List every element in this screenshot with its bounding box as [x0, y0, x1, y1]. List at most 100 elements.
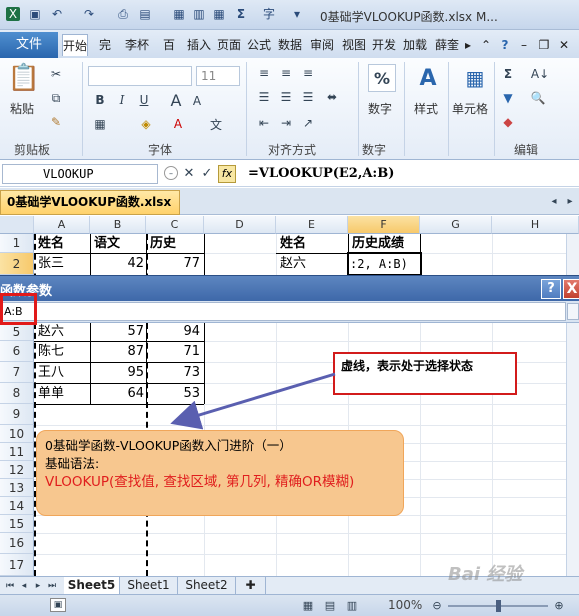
format-painter-icon[interactable]: ✎: [48, 114, 64, 130]
merge-center-icon[interactable]: ⬌: [324, 90, 340, 104]
macro-record-icon[interactable]: ▣: [50, 598, 66, 612]
cell-a2[interactable]: 张三: [38, 253, 64, 275]
column-header-e[interactable]: E: [276, 216, 348, 234]
row-header-8[interactable]: 8: [0, 383, 34, 404]
tab-insert[interactable]: 插入: [186, 34, 212, 56]
cell-a5[interactable]: 赵六: [38, 323, 64, 341]
cell-f2[interactable]: :2, A:B): [350, 253, 408, 275]
column-header-b[interactable]: B: [90, 216, 146, 234]
align-middle-icon[interactable]: ≡: [278, 66, 294, 80]
tab-misc-1[interactable]: 完: [92, 34, 118, 56]
styles-icon[interactable]: A: [414, 64, 442, 92]
tab-page-layout[interactable]: 页面: [216, 34, 242, 56]
sort-filter-icon[interactable]: A↓: [530, 66, 550, 82]
styles-label[interactable]: 样式: [414, 100, 438, 117]
clear-icon[interactable]: ◆: [500, 114, 516, 130]
row-header-16[interactable]: 16: [0, 533, 34, 554]
zoom-level[interactable]: 100%: [388, 598, 422, 612]
row-header-7[interactable]: 7: [0, 362, 34, 383]
document-tab[interactable]: 0基础学VLOOKUP函数.xlsx: [0, 190, 180, 215]
cell-a8[interactable]: 单单: [38, 383, 64, 404]
last-sheet-icon[interactable]: ⏭: [46, 579, 58, 592]
tab-addins[interactable]: 加载: [400, 34, 430, 56]
column-header-g[interactable]: G: [420, 216, 492, 234]
bold-icon[interactable]: B: [92, 92, 108, 108]
cells-icon[interactable]: ▦: [460, 64, 490, 92]
fields-icon[interactable]: ▥: [192, 7, 206, 21]
cancel-icon[interactable]: ✕: [182, 165, 196, 181]
cell-b6[interactable]: 87: [94, 341, 144, 362]
tab-developer[interactable]: 开发: [370, 34, 398, 56]
align-center-icon[interactable]: ☰: [278, 90, 294, 104]
sheet-tab-sheet2[interactable]: Sheet2: [178, 577, 236, 594]
minimize-ribbon-icon[interactable]: ⌃: [478, 34, 494, 56]
enter-icon[interactable]: ✓: [200, 165, 214, 181]
grow-font-icon[interactable]: A: [168, 91, 184, 110]
save-icon[interactable]: ▣: [28, 7, 42, 21]
cell-b1[interactable]: 语文: [94, 234, 120, 253]
column-header-a[interactable]: A: [34, 216, 90, 234]
align-left-icon[interactable]: ☰: [256, 90, 272, 104]
italic-icon[interactable]: I: [114, 92, 130, 108]
row-header-13[interactable]: 13: [0, 479, 34, 497]
expand-dialog-icon[interactable]: [567, 303, 579, 320]
cell-b8[interactable]: 64: [94, 383, 144, 404]
page-layout-view-icon[interactable]: ▤: [322, 598, 338, 612]
formula-input[interactable]: =VLOOKUP(E2,A:B): [248, 164, 394, 184]
tab-custom[interactable]: 薛奎: [432, 34, 462, 56]
name-box-dropdown-icon[interactable]: –: [164, 166, 178, 180]
tab-file[interactable]: 文件: [0, 32, 58, 58]
column-header-c[interactable]: C: [146, 216, 204, 234]
cells-label[interactable]: 单元格: [452, 100, 488, 117]
sheet-tab-sheet5[interactable]: Sheet5: [64, 577, 120, 594]
decrease-indent-icon[interactable]: ⇤: [256, 116, 272, 130]
select-all-corner[interactable]: [0, 216, 34, 234]
row-header-11[interactable]: 11: [0, 443, 34, 461]
row-header-10[interactable]: 10: [0, 425, 34, 443]
window-minimize-icon[interactable]: –: [516, 34, 532, 56]
copy-icon[interactable]: ⧉: [48, 90, 64, 106]
row-header-2[interactable]: 2: [0, 253, 34, 275]
autosum-icon[interactable]: Σ: [500, 66, 516, 82]
column-header-d[interactable]: D: [204, 216, 276, 234]
cut-icon[interactable]: ✂: [48, 66, 64, 82]
number-format-label[interactable]: 数字: [368, 100, 392, 117]
fill-color-icon[interactable]: ◈: [138, 116, 154, 132]
function-arguments-dialog-titlebar[interactable]: 函数参数 ? X: [0, 275, 579, 301]
column-header-f[interactable]: F: [348, 216, 420, 234]
tab-scroll-right-icon[interactable]: ▸: [462, 34, 474, 56]
row-header-1[interactable]: 1: [0, 234, 34, 253]
normal-view-icon[interactable]: ▦: [300, 598, 316, 612]
row-header-17[interactable]: 17: [0, 554, 34, 576]
window-close-icon[interactable]: ✕: [556, 34, 572, 56]
tab-misc-2[interactable]: 李杯: [122, 34, 152, 56]
insert-sheet-icon[interactable]: ✚: [236, 577, 266, 594]
help-icon[interactable]: ?: [496, 34, 514, 56]
paste-icon[interactable]: 📋: [8, 62, 40, 94]
cell-c6[interactable]: 71: [150, 341, 200, 362]
row-header-9[interactable]: 9: [0, 404, 34, 425]
zoom-out-icon[interactable]: ⊖: [430, 598, 444, 612]
window-restore-icon[interactable]: ❐: [536, 34, 552, 56]
cell-b2[interactable]: 42: [94, 253, 144, 275]
page-break-view-icon[interactable]: ▥: [344, 598, 360, 612]
cell-c5[interactable]: 94: [150, 323, 200, 341]
align-right-icon[interactable]: ☰: [300, 90, 316, 104]
tab-misc-3[interactable]: 百: [156, 34, 182, 56]
percent-icon[interactable]: %: [368, 64, 396, 92]
underline-icon[interactable]: U: [136, 92, 152, 108]
tab-view[interactable]: 视图: [340, 34, 368, 56]
shrink-font-icon[interactable]: A: [190, 94, 204, 108]
zoom-slider-thumb[interactable]: [496, 600, 501, 612]
next-sheet-icon[interactable]: ▸: [32, 579, 44, 592]
paste-label[interactable]: 粘贴: [10, 100, 34, 117]
customize-quick-access-icon[interactable]: ▾: [290, 7, 304, 21]
tab-review[interactable]: 审阅: [308, 34, 336, 56]
increase-indent-icon[interactable]: ⇥: [278, 116, 294, 130]
sheet-tab-sheet1[interactable]: Sheet1: [120, 577, 178, 594]
font-size-combo[interactable]: 11: [196, 66, 240, 86]
first-sheet-icon[interactable]: ⏮: [4, 579, 16, 592]
row-header-12[interactable]: 12: [0, 461, 34, 479]
dialog-close-button[interactable]: X: [563, 279, 579, 299]
tab-formulas[interactable]: 公式: [246, 34, 272, 56]
